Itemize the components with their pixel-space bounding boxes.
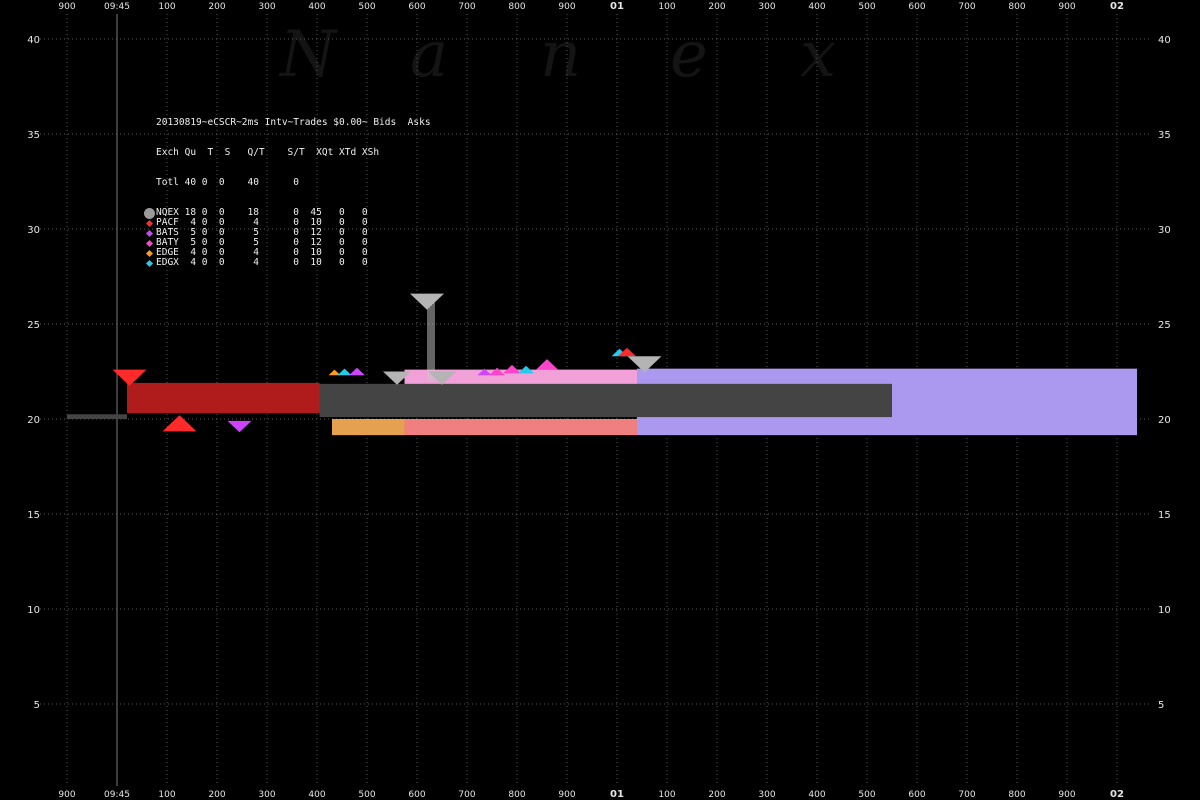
y-tick-label: 25 [27,320,40,331]
x-tick-label: 900 [58,790,75,800]
x-tick-label: 200 [708,790,725,800]
band-nqex [319,383,892,418]
x-tick-label: 200 [208,790,225,800]
x-tick-label: 800 [1008,2,1025,12]
x-tick-label: 700 [958,790,975,800]
circle-marker-icon [143,207,155,219]
y-tick-label: 15 [1158,510,1171,521]
x-tick-label: 700 [958,2,975,12]
y-tick-label: 30 [27,225,40,236]
diamond-marker-icon [145,219,153,227]
x-tick-label: 300 [258,790,275,800]
x-tick-label: 300 [258,2,275,12]
x-tick-label: 100 [158,2,175,12]
x-tick-label: 500 [358,2,375,12]
y-tick-label: 5 [1158,700,1164,711]
y-tick-label: 25 [1158,320,1171,331]
diamond-marker-icon [145,239,153,247]
x-tick-label: 900 [558,790,575,800]
band-edge [332,419,405,436]
x-tick-label: 01 [610,789,624,800]
x-tick-label: 900 [1058,2,1075,12]
x-tick-label: 300 [758,790,775,800]
marker-edgx [518,365,534,374]
x-tick-label: 400 [308,790,325,800]
x-tick-label: 02 [1110,1,1124,12]
x-tick-label: 900 [558,2,575,12]
band-pacf [127,382,320,414]
legend-header: Exch Qu T S Q/T S/T XQt XTd XSh [156,147,380,158]
marker-nqex [410,293,444,310]
x-tick-label: 800 [1008,790,1025,800]
x-tick-label: 900 [1058,790,1075,800]
x-tick-label: 900 [58,2,75,12]
legend-exchange-rows: NQEX 18 0 0 18 0 45 0 0 PACF 4 0 0 4 0 10… [142,207,431,268]
diamond-marker-icon [145,229,153,237]
y-tick-label: 30 [1158,225,1171,236]
x-tick-label: 800 [508,790,525,800]
y-tick-label: 10 [27,605,40,616]
x-tick-label: 100 [658,2,675,12]
y-tick-label: 40 [1158,35,1171,46]
y-tick-label: 5 [34,700,40,711]
x-tick-label: 500 [858,790,875,800]
y-tick-label: 35 [27,130,40,141]
y-tick-label: 40 [27,35,40,46]
x-tick-label: 600 [408,2,425,12]
x-tick-label: 400 [308,2,325,12]
x-tick-label: 400 [808,790,825,800]
x-tick-label: 500 [358,790,375,800]
legend-total: Totl 40 0 0 40 0 [156,177,299,188]
x-tick-label: 200 [708,2,725,12]
x-tick-label: 700 [458,790,475,800]
diamond-marker-icon [145,259,153,267]
y-tick-label: 35 [1158,130,1171,141]
legend-title: 20130819~eCSCR~2ms Intv~Trades $0.00~ Bi… [156,117,431,128]
diamond-marker-icon [145,249,153,257]
marker-edgx [337,368,352,376]
legend: 20130819~eCSCR~2ms Intv~Trades $0.00~ Bi… [142,98,431,278]
x-tick-label: 200 [208,2,225,12]
x-tick-label: 09:45 [104,790,130,800]
x-tick-label: 600 [908,790,925,800]
x-tick-label: 700 [458,2,475,12]
y-tick-label: 20 [1158,415,1171,426]
x-tick-label: 600 [908,2,925,12]
marker-bats [349,367,365,376]
x-tick-label: 400 [808,2,825,12]
band-nqex [67,414,127,419]
y-tick-label: 15 [27,510,40,521]
legend-total-row: Totl 40 0 0 40 0 [142,178,431,188]
x-tick-label: 09:45 [104,2,130,12]
x-tick-label: 800 [508,2,525,12]
legend-row-text: EDGX 4 0 0 4 0 10 0 0 [156,257,368,268]
legend-title-row: 20130819~eCSCR~2ms Intv~Trades $0.00~ Bi… [142,118,431,128]
legend-row: EDGX 4 0 0 4 0 10 0 0 [142,258,431,268]
marker-baty [503,364,521,374]
x-tick-label: 300 [758,2,775,12]
band-layer [67,368,1137,436]
marker-pacf [162,415,197,432]
y-tick-label: 20 [27,415,40,426]
marker-bats [227,420,252,433]
x-tick-label: 600 [408,790,425,800]
x-tick-label: 100 [158,790,175,800]
y-tick-label: 10 [1158,605,1171,616]
x-tick-label: 02 [1110,789,1124,800]
x-tick-label: 100 [658,790,675,800]
marker-baty [536,359,558,370]
x-tick-label: 01 [610,1,624,12]
band-pacf [404,419,637,436]
legend-header-row: Exch Qu T S Q/T S/T XQt XTd XSh [142,148,431,158]
x-tick-label: 500 [858,2,875,12]
